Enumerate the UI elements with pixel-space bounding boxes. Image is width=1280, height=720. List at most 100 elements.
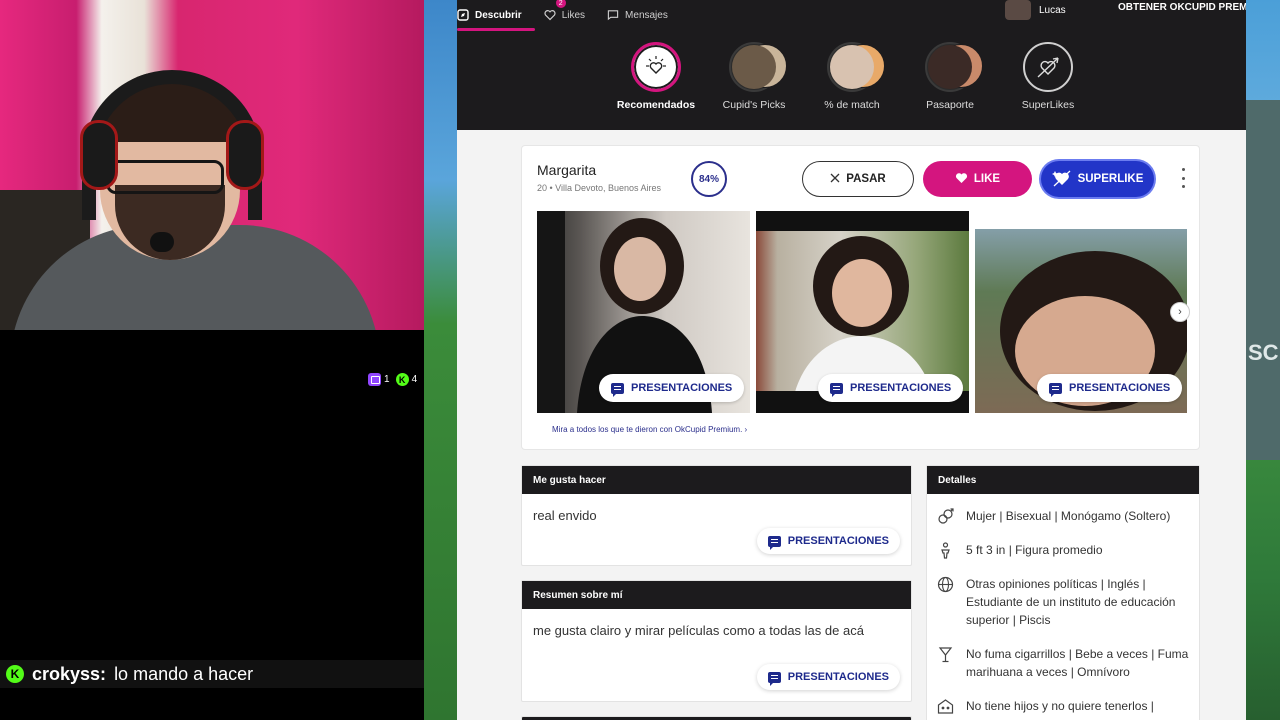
nav-mensajes-label: Mensajes	[625, 9, 668, 21]
pass-button[interactable]: PASAR	[802, 161, 914, 197]
photo-carousel: PRESENTACIONES PRESENTACIONES PRESENTACI…	[537, 211, 1187, 413]
gender-icon	[937, 508, 954, 525]
section-next-header	[521, 716, 912, 720]
kick-viewer-count: 4	[411, 374, 418, 385]
section-about: Resumen sobre mí me gusta clairo y mirar…	[521, 580, 912, 702]
profile-subtitle: 20 • Villa Devoto, Buenos Aires	[537, 183, 662, 193]
superlike-button[interactable]: SUPERLIKE	[1041, 161, 1154, 197]
game-sign-text: SC	[1248, 340, 1279, 365]
more-options-icon[interactable]	[1177, 168, 1189, 188]
presentaciones-label: PRESENTACIONES	[1069, 382, 1171, 394]
premium-cta-button[interactable]: OBTENER OKCUPID PREM	[1118, 2, 1246, 13]
section-text: real envido	[533, 508, 597, 523]
chat-icon	[830, 382, 843, 397]
heart-icon	[955, 172, 968, 187]
globe-icon	[937, 576, 954, 593]
presentaciones-button[interactable]: PRESENTACIONES	[599, 374, 745, 402]
detail-row: 5 ft 3 in | Figura promedio	[937, 541, 1191, 559]
chat-icon	[1049, 382, 1062, 397]
category-recomendados[interactable]: Recomendados	[607, 42, 705, 111]
profile-photo-1[interactable]: PRESENTACIONES	[537, 211, 750, 413]
section-title: Resumen sobre mí	[522, 581, 911, 609]
match-percentage-badge: 84%	[691, 161, 727, 197]
pass-label: PASAR	[846, 173, 886, 185]
chevron-right-icon: ›	[744, 425, 748, 434]
nav-mensajes[interactable]: Mensajes	[607, 1, 668, 29]
chat-text: lo mando a hacer	[114, 663, 254, 684]
twitch-icon	[368, 373, 381, 386]
premium-link-text: Mira a todos los que te dieron con OkCup…	[552, 425, 743, 434]
heart-icon	[544, 9, 556, 21]
presentaciones-label: PRESENTACIONES	[631, 382, 733, 394]
category-pasaporte[interactable]: Pasaporte	[901, 42, 999, 111]
likes-badge: 2	[555, 0, 566, 8]
presentaciones-button[interactable]: PRESENTACIONES	[756, 664, 900, 690]
category-superlikes[interactable]: SuperLikes	[999, 42, 1097, 111]
twitch-viewers: 1	[368, 373, 390, 386]
category-label: % de match	[824, 99, 880, 111]
presentaciones-label: PRESENTACIONES	[787, 535, 889, 547]
section-text: me gusta clairo y mirar películas como a…	[533, 623, 864, 638]
detail-row: No fuma cigarrillos | Bebe a veces | Fum…	[937, 645, 1191, 681]
category-cupids-picks[interactable]: Cupid's Picks	[705, 42, 803, 111]
section-title: Me gusta hacer	[522, 466, 911, 494]
nav-likes[interactable]: 2 Likes	[544, 0, 586, 29]
profile-stack-icon	[925, 42, 983, 92]
kick-icon: K	[6, 665, 24, 683]
superlike-icon	[1051, 169, 1072, 190]
nav-likes-label: Likes	[561, 9, 586, 21]
detail-row: Mujer | Bisexual | Monógamo (Soltero)	[937, 507, 1191, 525]
like-button[interactable]: LIKE	[923, 161, 1032, 197]
profile-card: Margarita 20 • Villa Devoto, Buenos Aire…	[521, 145, 1200, 450]
profile-stack-icon	[827, 42, 885, 92]
close-icon	[830, 173, 840, 186]
headset-mic	[150, 232, 174, 252]
game-background-right: SC	[1246, 0, 1280, 720]
viewer-counts: 1 K 4	[368, 373, 417, 386]
presentaciones-label: PRESENTACIONES	[787, 671, 889, 683]
headset-earcup-left	[80, 120, 118, 190]
detail-row: No tiene hijos y no quiere tenerlos |	[937, 697, 1191, 715]
detail-text: Otras opiniones políticas | Inglés | Est…	[966, 577, 1176, 627]
category-label: Pasaporte	[926, 99, 974, 111]
presentaciones-button[interactable]: PRESENTACIONES	[1037, 374, 1183, 402]
profile-photo-3[interactable]: PRESENTACIONES	[975, 211, 1187, 413]
section-hobbies: Me gusta hacer real envido PRESENTACIONE…	[521, 465, 912, 566]
kick-icon: K	[395, 373, 409, 386]
cocktail-icon	[937, 646, 954, 663]
premium-link[interactable]: Mira a todos los que te dieron con OkCup…	[552, 425, 747, 434]
kick-viewers: K 4	[395, 373, 418, 386]
section-title: Detalles	[927, 466, 1199, 494]
top-bar: Descubrir 2 Likes Mensajes Lucas OBTENER…	[457, 0, 1246, 130]
presentaciones-label: PRESENTACIONES	[850, 382, 952, 394]
user-menu[interactable]: Lucas	[1005, 0, 1066, 20]
main-nav: Descubrir 2 Likes Mensajes	[457, 0, 668, 31]
profile-name: Margarita	[537, 162, 597, 178]
profile-photo-2[interactable]: PRESENTACIONES	[756, 211, 969, 413]
category-match[interactable]: % de match	[803, 42, 901, 111]
profile-stack-icon	[729, 42, 787, 92]
presentaciones-button[interactable]: PRESENTACIONES	[756, 528, 900, 554]
user-avatar	[1005, 0, 1031, 20]
section-details: Detalles Mujer | Bisexual | Monógamo (So…	[926, 465, 1200, 720]
chat-username: crokyss:	[32, 663, 107, 684]
profile-thumb	[928, 45, 972, 89]
chat-icon	[767, 671, 781, 686]
detail-text: Mujer | Bisexual | Monógamo (Soltero)	[966, 509, 1171, 523]
detail-row: Otras opiniones políticas | Inglés | Est…	[937, 575, 1191, 629]
game-wall	[1246, 100, 1280, 460]
game-background-left	[424, 0, 457, 720]
nav-descubrir[interactable]: Descubrir	[457, 1, 535, 31]
screen: 1 K 4 K crokyss: lo mando a hacer SC Des…	[0, 0, 1280, 720]
category-label: SuperLikes	[1021, 99, 1075, 111]
webcam-feed	[0, 0, 424, 330]
arrow-heart-icon	[1023, 42, 1073, 92]
detail-text: No tiene hijos y no quiere tenerlos |	[966, 699, 1154, 713]
detail-text: No fuma cigarrillos | Bebe a veces | Fum…	[966, 647, 1189, 679]
chevron-right-icon[interactable]: ›	[1170, 302, 1190, 322]
message-icon	[607, 9, 619, 21]
profile-thumb	[830, 45, 874, 89]
category-label: Cupid's Picks	[722, 99, 786, 111]
presentaciones-button[interactable]: PRESENTACIONES	[818, 374, 964, 402]
detail-text: 5 ft 3 in | Figura promedio	[966, 543, 1103, 557]
